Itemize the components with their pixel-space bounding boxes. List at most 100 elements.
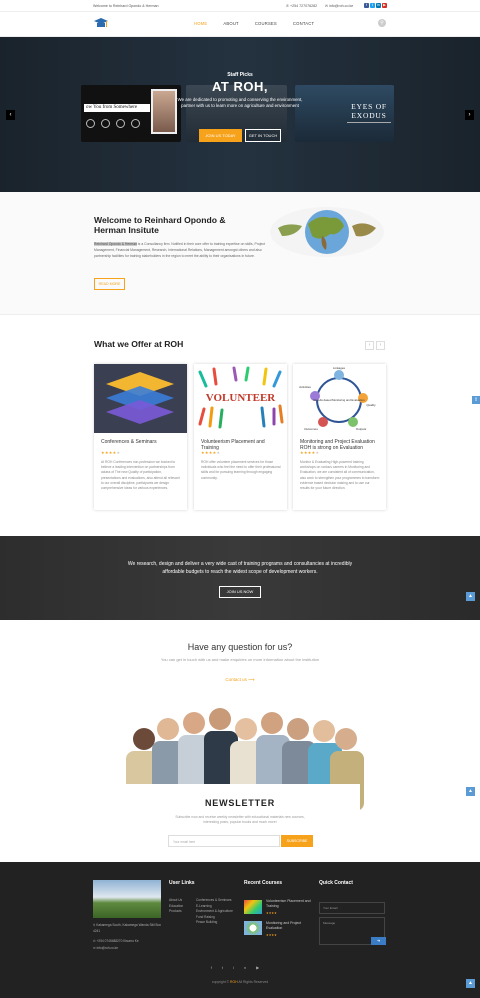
nav-contact[interactable]: CONTACT (293, 21, 314, 26)
linkedin-icon[interactable]: in (233, 965, 256, 970)
offer-title: What we Offer at ROH (94, 339, 184, 349)
welcome-title: Welcome to Reinhard Opondo & Herman Insi… (94, 215, 226, 235)
newsletter-email-input[interactable]: Your email here (168, 835, 280, 847)
top-bar: Welcome to Reinhard Opondo & Herman ✆ +2… (0, 0, 480, 12)
footer-link[interactable]: Environment & Agriculture (196, 909, 233, 915)
quick-contact-title: Quick Contact (319, 880, 353, 886)
nav-home[interactable]: HOME (194, 21, 207, 26)
twitter-icon[interactable]: t (370, 3, 375, 8)
course-thumbnail[interactable] (244, 921, 262, 935)
footer-link[interactable]: Products (169, 909, 183, 915)
offer-card[interactable]: VOLUNTEER Volunteerism Placement and Tra… (194, 364, 287, 510)
card-description: Monitor & Evaluating High-powered traini… (300, 460, 380, 491)
chevron-right-icon[interactable]: › (376, 341, 385, 350)
email-text: ✉ info@roh.co.ke (325, 4, 354, 8)
linkedin-icon[interactable]: in (376, 3, 381, 8)
scroll-top-icon[interactable]: ▲ (466, 787, 475, 796)
twitter-icon[interactable]: t (222, 965, 233, 970)
slide-banner: ow You from Somewhere (84, 104, 150, 112)
navbar: HOME ABOUT COURSES CONTACT ⚲ (0, 12, 480, 37)
laurel-icon (101, 119, 110, 128)
recent-courses-title: Recent Courses (244, 880, 283, 886)
newsletter-box: NEWSLETTER Subscribe now and receive wee… (120, 784, 360, 862)
scroll-top-icon[interactable]: ▲ (466, 592, 475, 601)
contact-email-input[interactable]: Your Email (319, 902, 385, 914)
cta-section: We research, design and deliver a very w… (0, 536, 480, 620)
youtube-icon[interactable]: ▶ (382, 3, 387, 8)
offer-section: What we Offer at ROH ‹ › Conferences & S… (0, 316, 480, 536)
slide-movie-3[interactable]: EYES OF EXODUS (295, 85, 394, 142)
chevron-right-icon[interactable]: › (465, 110, 474, 120)
footer: ⚲ Kakamega South, Kakamega Wanda Sitil B… (0, 862, 480, 998)
offer-card[interactable]: Linkages Results-based Monitoring and Ev… (293, 364, 386, 510)
laurel-icon (116, 119, 125, 128)
share-icon[interactable]: ⇧ (472, 396, 480, 404)
cta-text: We research, design and deliver a very w… (127, 561, 353, 575)
contact-us-link[interactable]: Contact us ⟶ (0, 677, 480, 683)
recent-course-title[interactable]: Monitoring and Project Evaluation (266, 921, 314, 931)
hero-text: We are dedicated to promoting and conser… (177, 97, 303, 108)
chevron-left-icon[interactable]: ‹ (6, 110, 15, 120)
card-image (94, 364, 187, 433)
recent-course-title[interactable]: Volunteerism Placement and Training (266, 899, 314, 909)
chevron-left-icon[interactable]: ‹ (365, 341, 374, 350)
hero-title: AT ROH, (212, 79, 268, 94)
logo-icon[interactable] (94, 18, 108, 29)
join-us-today-button[interactable]: JOIN US TODAY (199, 129, 242, 142)
welcome-text: Welcome to Reinhard Opondo & Herman (93, 4, 159, 8)
user-links-title: User Links (169, 880, 195, 886)
footer-email: ✉ info@roh.co.ke (93, 946, 119, 950)
card-image: VOLUNTEER (194, 364, 287, 433)
welcome-highlight: Reinhard Opondo & Herman (94, 242, 137, 246)
diagram-label: Activities (299, 385, 311, 389)
diagram-label: Linkages (333, 366, 346, 370)
nav-courses[interactable]: COURSES (255, 21, 277, 26)
footer-link[interactable]: Peace Building (196, 920, 233, 926)
get-in-touch-button[interactable]: GET IN TOUCH (245, 129, 281, 142)
footer-link[interactable]: About Us (169, 898, 183, 904)
course-thumbnail[interactable] (244, 900, 262, 914)
newsletter-subtitle: Subscribe now and receive weekly newslet… (175, 815, 305, 824)
globe-image (270, 207, 384, 257)
footer-phone: ✆ +254 0745488270 Kisumu Ke (93, 939, 139, 943)
search-icon[interactable]: ⚲ (378, 19, 386, 27)
faq-subtitle: You can get in touch with us and make en… (160, 657, 320, 662)
send-button[interactable]: ➜ (371, 937, 386, 945)
footer-links-col1: About Us Education Products (169, 898, 183, 915)
volunteer-banner: VOLUNTEER (206, 392, 277, 404)
faq-title: Have any question for us? (187, 642, 293, 652)
read-more-button[interactable]: READ MORE (94, 278, 125, 290)
laurel-icon (131, 119, 140, 128)
slide-movie-1[interactable]: ow You from Somewhere (81, 85, 181, 142)
footer-address: ⚲ Kakamega South, Kakamega Wanda Sitil B… (93, 923, 161, 933)
recent-course-rating: ★★★★ (266, 933, 277, 937)
welcome-text: Reinhard Opondo & Herman is a Consultanc… (94, 241, 269, 259)
subscribe-button[interactable]: SUBSCRIBE (281, 835, 313, 847)
card-image: Linkages Results-based Monitoring and Ev… (293, 364, 386, 433)
slide-portrait (151, 89, 177, 134)
footer-social: ftin▶ (0, 965, 480, 970)
offer-card[interactable]: Conferences & Seminars ★★★★★ At ROH Conf… (94, 364, 187, 510)
campus-image (93, 880, 161, 918)
recent-course-rating: ★★★★ (266, 911, 277, 915)
slide-title: EYES OF EXODUS (351, 102, 387, 120)
facebook-icon[interactable]: f (364, 3, 369, 8)
welcome-section: Welcome to Reinhard Opondo & Herman Insi… (0, 192, 480, 315)
diagram-label: Quality (366, 403, 376, 407)
youtube-icon[interactable]: ▶ (256, 965, 269, 970)
slide-divider (347, 122, 391, 131)
card-rating: ★★★★★ (201, 450, 221, 455)
scroll-top-icon[interactable]: ▲ (466, 979, 475, 988)
card-description: ROH offer volunteer placement services f… (201, 460, 281, 480)
footer-links-col2: Conferences & Seminars E-Learning Enviro… (196, 898, 233, 926)
card-rating: ★★★★★ (300, 450, 320, 455)
facebook-icon[interactable]: f (211, 965, 222, 970)
newsletter-title: NEWSLETTER (205, 798, 275, 808)
footer-link[interactable]: Conferences & Seminars (196, 898, 233, 904)
card-title: Conferences & Seminars (101, 439, 157, 445)
phone-text: ✆ +254 727076282 (286, 4, 318, 8)
hero-slider: ow You from Somewhere EYES OF EXODUS Sta… (0, 37, 480, 192)
diagram-label: Results-based Monitoring and Evaluation (314, 398, 365, 402)
nav-about[interactable]: ABOUT (223, 21, 238, 26)
join-us-now-button[interactable]: JOIN US NOW (219, 586, 261, 598)
